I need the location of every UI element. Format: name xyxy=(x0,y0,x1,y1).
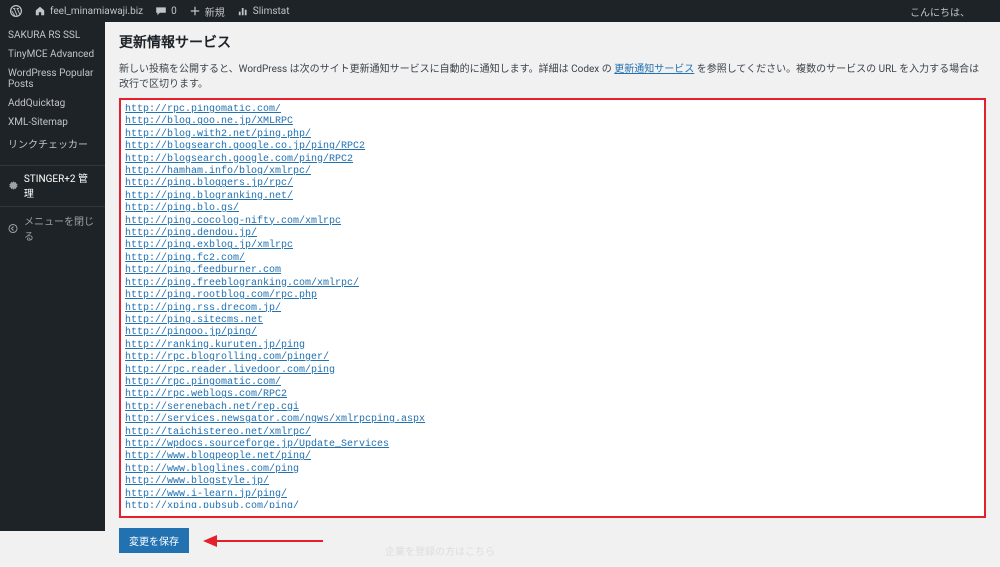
wp-logo[interactable] xyxy=(10,5,22,17)
site-name-label: feel_minamiawaji.biz xyxy=(50,6,143,17)
sidebar-item-wpp[interactable]: WordPress Popular Posts xyxy=(0,64,105,94)
bottom-hint: 企業を登録の方はこちら xyxy=(385,543,495,558)
comment-icon xyxy=(155,5,167,17)
plus-icon xyxy=(189,5,201,17)
save-button[interactable]: 変更を保存 xyxy=(119,528,189,553)
sidebar-item-addquicktag[interactable]: AddQuicktag xyxy=(0,94,105,113)
collapse-label: メニューを閉じる xyxy=(24,213,97,243)
comments[interactable]: 0 xyxy=(155,5,177,17)
collapse-menu[interactable]: メニューを閉じる xyxy=(0,206,105,249)
sidebar-item-xml-sitemap[interactable]: XML-Sitemap xyxy=(0,113,105,132)
arrow-icon xyxy=(203,534,323,548)
home-icon xyxy=(34,5,46,17)
description: 新しい投稿を公開すると、WordPress は次のサイト更新通知サービスに自動的… xyxy=(119,60,986,90)
ping-textarea-wrap xyxy=(119,98,986,518)
admin-sidebar: SAKURA RS SSL TinyMCE Advanced WordPress… xyxy=(0,22,105,531)
sidebar-item-tinymce[interactable]: TinyMCE Advanced xyxy=(0,45,105,64)
gear-icon xyxy=(8,180,19,191)
sidebar-stinger-label: STINGER+2 管理 xyxy=(24,170,97,200)
wordpress-icon xyxy=(10,5,22,17)
main-content: 更新情報サービス 新しい投稿を公開すると、WordPress は次のサイト更新通… xyxy=(105,22,1000,567)
slimstat[interactable]: Slimstat xyxy=(237,5,290,17)
desc-link[interactable]: 更新通知サービス xyxy=(614,64,694,75)
new-content-label: 新規 xyxy=(205,4,225,19)
slimstat-label: Slimstat xyxy=(253,6,290,17)
sidebar-item-stinger[interactable]: STINGER+2 管理 xyxy=(0,165,105,204)
collapse-icon xyxy=(8,223,18,234)
sidebar-item-sakura-ssl[interactable]: SAKURA RS SSL xyxy=(0,26,105,45)
arrow-annotation xyxy=(203,534,323,548)
greeting[interactable]: こんにちは、 xyxy=(910,8,970,19)
site-name[interactable]: feel_minamiawaji.biz xyxy=(34,5,143,17)
adminbar: feel_minamiawaji.biz 0 新規 Slimstat こんにちは… xyxy=(0,0,1000,22)
ping-services-textarea[interactable] xyxy=(125,104,980,508)
comments-count: 0 xyxy=(171,6,177,17)
stats-icon xyxy=(237,5,249,17)
page-title: 更新情報サービス xyxy=(119,32,986,52)
sidebar-item-link-checker[interactable]: リンクチェッカー xyxy=(0,132,105,155)
desc-pre: 新しい投稿を公開すると、WordPress は次のサイト更新通知サービスに自動的… xyxy=(119,64,614,75)
new-content[interactable]: 新規 xyxy=(189,4,225,19)
